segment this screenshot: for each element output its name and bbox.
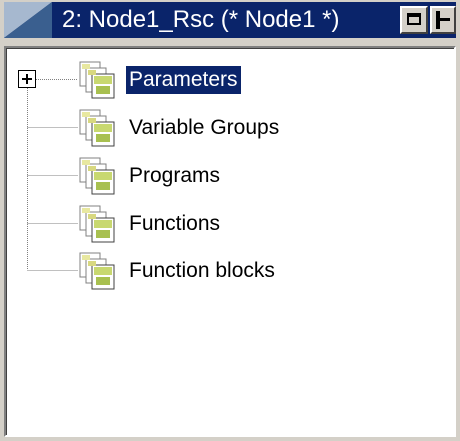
tree-item-label: Variable Groups [129,116,280,139]
restore-button[interactable] [400,6,428,34]
tree-item-variable-groups[interactable]: Variable Groups [78,108,418,148]
folder-pages-icon [79,109,115,147]
tree-item-label: Functions [129,212,221,235]
title-bar[interactable]: 2: Node1_Rsc (* Node1 *) [4,2,456,38]
folder-pages-icon [79,252,115,290]
tree-item-functions[interactable]: Functions [78,204,418,244]
tree-item-label: Parameters [125,65,242,95]
tree-item-programs[interactable]: Programs [78,156,418,196]
resource-tree[interactable]: Parameters Variable Groups Programs Func… [4,46,456,437]
folder-pages-icon [79,61,115,99]
window-title: 2: Node1_Rsc (* Node1 *) [62,6,340,33]
tree-item-label: Function blocks [129,259,275,282]
restore-icon [407,13,421,25]
window-corner-icon [4,2,52,38]
dock-button[interactable] [430,6,456,34]
folder-pages-icon [79,205,115,243]
tree-item-label: Programs [129,164,221,187]
tree-item-parameters[interactable]: Parameters [78,60,418,100]
mdi-child-window: 2: Node1_Rsc (* Node1 *) Parameters Vari… [0,0,460,441]
tree-item-function-blocks[interactable]: Function blocks [78,251,418,291]
expand-toggle[interactable] [18,70,36,88]
folder-pages-icon [79,157,115,195]
